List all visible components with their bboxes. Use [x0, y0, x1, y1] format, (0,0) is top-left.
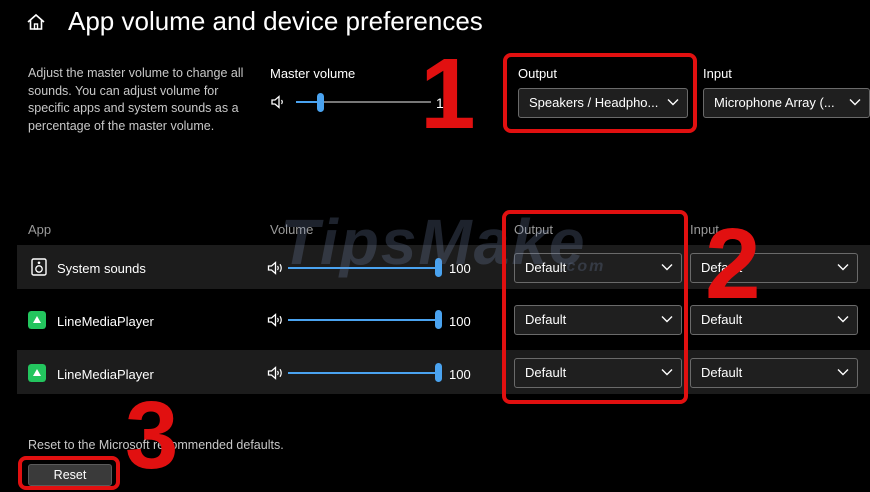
volume-value: 100 [449, 314, 471, 329]
app-input-value: Default [701, 365, 743, 380]
master-description: Adjust the master volume to change all s… [28, 66, 244, 133]
home-icon[interactable] [26, 12, 46, 32]
app-input-dropdown[interactable]: Default [690, 358, 858, 388]
master-input-dropdown[interactable]: Microphone Array (... [703, 88, 870, 118]
chevron-down-icon [849, 99, 861, 106]
speaker-icon[interactable] [267, 366, 285, 380]
volume-slider-thumb[interactable] [435, 363, 442, 382]
system-sounds-icon [31, 258, 47, 276]
volume-slider-track[interactable] [288, 372, 436, 374]
line-app-icon [28, 311, 46, 329]
speaker-icon[interactable] [270, 95, 286, 109]
chevron-down-icon [837, 316, 849, 323]
master-volume-label: Master volume [270, 66, 356, 81]
volume-value: 100 [449, 367, 471, 382]
speaker-icon[interactable] [267, 313, 285, 327]
volume-slider-track[interactable] [288, 319, 436, 321]
master-volume-thumb[interactable] [317, 93, 324, 112]
app-name: LineMediaPlayer [57, 314, 154, 329]
master-input-label: Input [703, 66, 732, 81]
volume-slider-thumb[interactable] [435, 310, 442, 329]
annotation-box-3 [18, 456, 120, 490]
annotation-number-3: 3 [125, 382, 179, 489]
chevron-down-icon [837, 369, 849, 376]
header-app: App [28, 222, 52, 237]
annotation-number-1: 1 [420, 38, 476, 150]
app-name: System sounds [57, 261, 146, 276]
app-name: LineMediaPlayer [57, 367, 154, 382]
line-app-icon [28, 364, 46, 382]
page-title: App volume and device preferences [68, 6, 483, 36]
annotation-box-2 [502, 210, 688, 404]
chevron-down-icon [837, 264, 849, 271]
annotation-number-2: 2 [705, 208, 761, 320]
master-input-value: Microphone Array (... [714, 95, 835, 110]
annotation-box-1 [503, 53, 697, 133]
